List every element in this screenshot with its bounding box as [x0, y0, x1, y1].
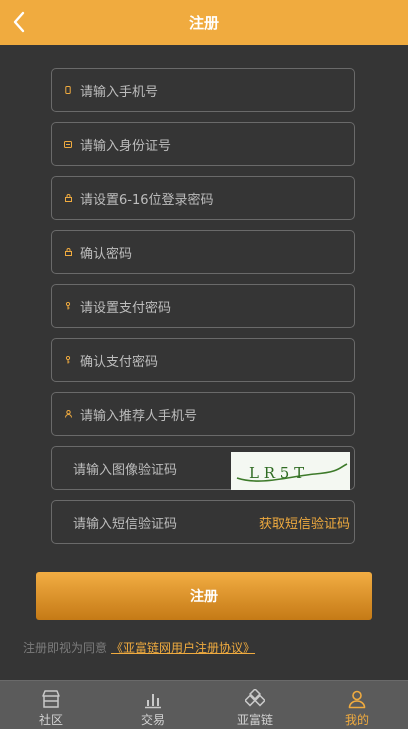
tab-community-label: 社区: [38, 713, 63, 727]
phone-placeholder: 请输入手机号: [80, 84, 159, 100]
confirm-pay-password-placeholder: 确认支付密码: [80, 354, 159, 370]
agreement-line: 注册即视为同意 《亚富链网用户注册协议》: [23, 638, 255, 656]
chain-icon: [245, 689, 265, 707]
captcha-image[interactable]: L R 5 T: [231, 452, 350, 490]
tab-community[interactable]: 社区: [0, 681, 102, 729]
tab-mine[interactable]: 我的: [306, 681, 408, 729]
phone-icon: [64, 86, 72, 94]
confirm-pay-password-field[interactable]: 确认支付密码: [51, 338, 355, 382]
user-icon: [64, 410, 72, 418]
chevron-left-icon: [13, 11, 25, 33]
get-sms-code-button[interactable]: 获取短信验证码: [259, 501, 350, 543]
page-title: 注册: [188, 14, 219, 32]
login-password-field[interactable]: 请设置6-16位登录密码: [51, 176, 355, 220]
pay-password-field[interactable]: 请设置支付密码: [51, 284, 355, 328]
lock-icon: [64, 194, 72, 202]
tab-yafulian[interactable]: 亚富链: [204, 681, 306, 729]
key-icon: [64, 356, 72, 364]
tab-trade-label: 交易: [140, 713, 165, 727]
sms-code-field[interactable]: 请输入短信验证码 获取短信验证码: [51, 500, 355, 544]
tab-yafulian-label: 亚富链: [236, 713, 273, 727]
register-button[interactable]: 注册: [36, 572, 372, 620]
referrer-phone-placeholder: 请输入推荐人手机号: [80, 408, 198, 424]
key-icon: [64, 302, 72, 310]
confirm-password-field[interactable]: 确认密码: [51, 230, 355, 274]
agreement-link[interactable]: 《亚富链网用户注册协议》: [111, 639, 255, 656]
id-card-icon: [64, 140, 72, 148]
tab-trade[interactable]: 交易: [102, 681, 204, 729]
header-bar: 注册: [0, 0, 408, 45]
id-card-placeholder: 请输入身份证号: [80, 138, 172, 154]
agreement-prefix: 注册即视为同意: [23, 640, 108, 655]
phone-field[interactable]: 请输入手机号: [51, 68, 355, 112]
bar-chart-icon: [145, 694, 161, 709]
store-icon: [42, 690, 60, 708]
image-code-field[interactable]: 请输入图像验证码 L R 5 T: [51, 446, 355, 490]
captcha-text: L R 5 T: [249, 464, 304, 482]
bottom-tab-bar: 社区 交易 亚富链 我的: [0, 680, 408, 729]
referrer-phone-field[interactable]: 请输入推荐人手机号: [51, 392, 355, 436]
image-code-placeholder: 请输入图像验证码: [73, 462, 178, 478]
confirm-password-placeholder: 确认密码: [80, 246, 133, 262]
lock-icon: [64, 248, 72, 256]
id-card-field[interactable]: 请输入身份证号: [51, 122, 355, 166]
pay-password-placeholder: 请设置支付密码: [80, 300, 172, 316]
sms-code-placeholder: 请输入短信验证码: [73, 516, 178, 532]
user-icon: [348, 690, 366, 709]
login-password-placeholder: 请设置6-16位登录密码: [80, 192, 214, 208]
back-button[interactable]: [8, 9, 30, 35]
tab-mine-label: 我的: [344, 713, 369, 727]
